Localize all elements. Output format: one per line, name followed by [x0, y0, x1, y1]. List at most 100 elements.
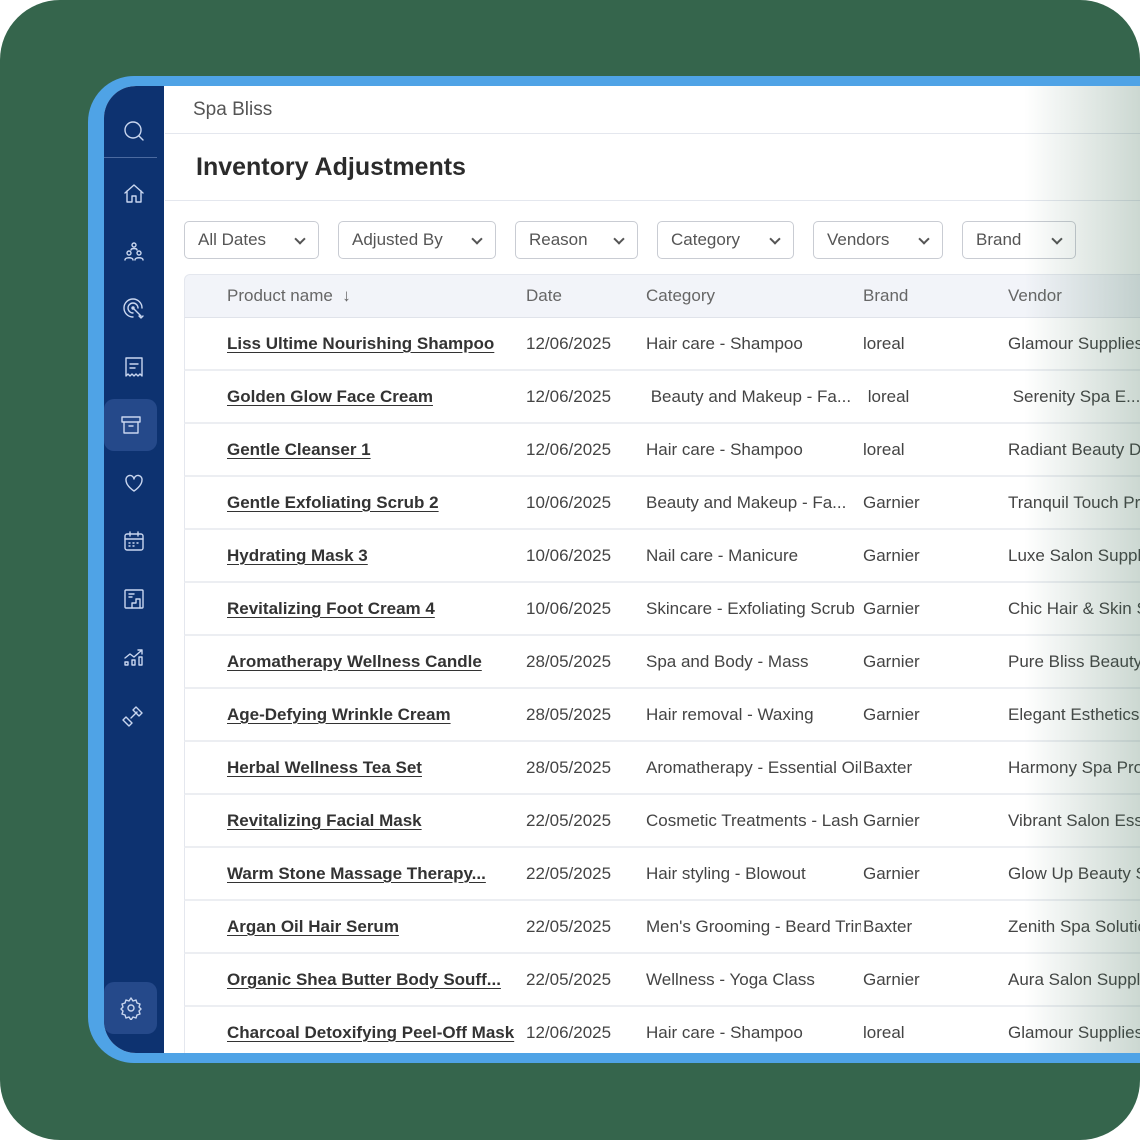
table-row[interactable]: Aromatherapy Wellness Candle 28/05/2025 Sp… — [184, 636, 1140, 689]
product-name-link[interactable]: Herbal Wellness Tea Set — [227, 742, 523, 793]
date-cell: 22/05/2025 — [526, 811, 612, 830]
product-name-link[interactable]: Charcoal Detoxifying Peel-Off Mask — [227, 1007, 523, 1053]
product-name-link[interactable]: Organic Shea Butter Body Souff... — [227, 954, 523, 1005]
date-cell: 28/05/2025 — [526, 652, 612, 671]
filter-adjusted-by[interactable]: Adjusted By — [338, 221, 496, 259]
column-header-product[interactable]: Product name ↓ — [227, 275, 523, 317]
table-row[interactable]: Revitalizing Foot Cream 4 10/06/2025 Skinc… — [184, 583, 1140, 636]
brand-cell: Garnier — [863, 705, 920, 724]
category-cell: Aromatherapy - Essential Oil — [646, 758, 861, 777]
table-row[interactable]: Gentle Cleanser 1 12/06/2025 Hair care - S… — [184, 424, 1140, 477]
filter-category[interactable]: Category — [657, 221, 794, 259]
product-name-link[interactable]: Hydrating Mask 3 — [227, 530, 523, 581]
product-name-link[interactable]: Liss Ultime Nourishing Shampoo — [227, 318, 523, 369]
vendor-cell: Elegant Esthetics S — [1008, 705, 1140, 724]
main-content: Spa Bliss Inventory Adjustments All Date… — [165, 86, 1140, 1053]
brand-cell: Garnier — [863, 546, 920, 565]
table-row[interactable]: Gentle Exfoliating Scrub 2 10/06/2025 Beau… — [184, 477, 1140, 530]
column-header-date[interactable]: Date — [526, 275, 644, 317]
product-name-link[interactable]: Revitalizing Foot Cream 4 — [227, 583, 523, 634]
analytics-icon[interactable] — [104, 631, 164, 683]
filter-all-dates[interactable]: All Dates — [184, 221, 319, 259]
category-cell: Wellness - Yoga Class — [646, 970, 815, 989]
category-cell: Nail care - Manicure — [646, 546, 799, 565]
table-row[interactable]: Argan Oil Hair Serum 22/05/2025 Men's Groo… — [184, 901, 1140, 954]
category-cell: Hair care - Shampoo — [646, 1023, 803, 1042]
brand-cell: Garnier — [863, 970, 920, 989]
sort-arrow-icon[interactable]: ↓ — [342, 286, 351, 305]
date-cell: 22/05/2025 — [526, 864, 612, 883]
category-cell: Spa and Body - Mass — [646, 652, 809, 671]
product-name-link[interactable]: Gentle Cleanser 1 — [227, 424, 523, 475]
sidebar-divider — [104, 157, 157, 158]
product-name-link[interactable]: Argan Oil Hair Serum — [227, 901, 523, 952]
chevron-down-icon — [613, 233, 625, 245]
column-header-brand[interactable]: Brand — [863, 275, 1003, 317]
category-cell: Skincare - Exfoliating Scrub — [646, 599, 855, 618]
brand-cell: Garnier — [863, 864, 920, 883]
product-name-link[interactable]: Aromatherapy Wellness Candle — [227, 636, 523, 687]
category-cell: Men's Grooming - Beard Trim — [646, 917, 861, 936]
table-row[interactable]: Liss Ultime Nourishing Shampoo 12/06/2025… — [184, 318, 1140, 371]
brand-cell: loreal — [863, 440, 905, 459]
category-cell: Beauty and Makeup - Fa... — [646, 387, 852, 406]
vendor-cell: Radiant Beauty Di — [1008, 440, 1140, 459]
table-header: Product name ↓ Date Category Brand Vendo… — [184, 274, 1140, 318]
product-name-link[interactable]: Warm Stone Massage Therapy... — [227, 848, 523, 899]
table-row[interactable]: Age-Defying Wrinkle Cream 28/05/2025 Hair … — [184, 689, 1140, 742]
brand-cell: Garnier — [863, 652, 920, 671]
filter-brand[interactable]: Brand — [962, 221, 1076, 259]
product-name-link[interactable]: Age-Defying Wrinkle Cream — [227, 689, 523, 740]
heart-icon[interactable] — [104, 457, 164, 509]
date-cell: 12/06/2025 — [526, 440, 612, 459]
chevron-down-icon — [769, 233, 781, 245]
column-header-vendor[interactable]: Vendor — [1008, 275, 1140, 317]
category-cell: Hair removal - Waxing — [646, 705, 814, 724]
gear-icon[interactable] — [104, 982, 157, 1034]
filter-vendors[interactable]: Vendors — [813, 221, 943, 259]
vendor-cell: Harmony Spa Prod — [1008, 758, 1140, 777]
filter-label: Brand — [976, 230, 1022, 249]
report-icon[interactable] — [104, 573, 164, 625]
vendor-cell: Pure Bliss Beauty — [1008, 652, 1140, 671]
target-icon[interactable] — [104, 283, 164, 335]
page-title: Inventory Adjustments — [165, 134, 1140, 201]
table-row[interactable]: Hydrating Mask 3 10/06/2025 Nail care - Ma… — [184, 530, 1140, 583]
calendar-icon[interactable] — [104, 515, 164, 567]
date-cell: 12/06/2025 — [526, 1023, 612, 1042]
category-cell: Hair care - Shampoo — [646, 440, 803, 459]
filter-label: Category — [671, 230, 740, 249]
table-row[interactable]: Herbal Wellness Tea Set 28/05/2025 Aromath… — [184, 742, 1140, 795]
product-name-link[interactable]: Gentle Exfoliating Scrub 2 — [227, 477, 523, 528]
chevron-down-icon — [918, 233, 930, 245]
brand-cell: loreal — [863, 1023, 905, 1042]
table-row[interactable]: Warm Stone Massage Therapy... 22/05/2025 H… — [184, 848, 1140, 901]
vendor-cell: Vibrant Salon Esse — [1008, 811, 1140, 830]
filter-label: Adjusted By — [352, 230, 443, 249]
table-row[interactable]: Revitalizing Facial Mask 22/05/2025 Cosmet… — [184, 795, 1140, 848]
product-name-link[interactable]: Revitalizing Facial Mask — [227, 795, 523, 846]
product-name-link[interactable]: Golden Glow Face Cream — [227, 371, 523, 422]
column-header-category[interactable]: Category — [646, 275, 861, 317]
users-icon[interactable] — [104, 226, 164, 278]
vendor-cell: Glamour Supplies — [1008, 1023, 1140, 1042]
date-cell: 12/06/2025 — [526, 334, 612, 353]
brand-cell: Baxter — [863, 758, 913, 777]
brand-cell: Garnier — [863, 811, 920, 830]
table-row[interactable]: Organic Shea Butter Body Souff... 22/05/2… — [184, 954, 1140, 1007]
filter-reason[interactable]: Reason — [515, 221, 638, 259]
category-cell: Cosmetic Treatments - Lash L — [646, 811, 861, 830]
inventory-icon[interactable] — [104, 399, 157, 451]
table-row[interactable]: Golden Glow Face Cream 12/06/2025 Beauty … — [184, 371, 1140, 424]
date-cell: 10/06/2025 — [526, 546, 612, 565]
receipt-icon[interactable] — [104, 341, 164, 393]
date-cell: 22/05/2025 — [526, 970, 612, 989]
home-icon[interactable] — [104, 168, 164, 220]
category-cell: Hair styling - Blowout — [646, 864, 806, 883]
dumbbell-icon[interactable] — [104, 689, 164, 741]
category-cell: Hair care - Shampoo — [646, 334, 803, 353]
table-row[interactable]: Charcoal Detoxifying Peel-Off Mask 12/06/… — [184, 1007, 1140, 1053]
brand-cell: Garnier — [863, 599, 920, 618]
chevron-down-icon — [1051, 233, 1063, 245]
search-icon[interactable] — [104, 105, 164, 157]
